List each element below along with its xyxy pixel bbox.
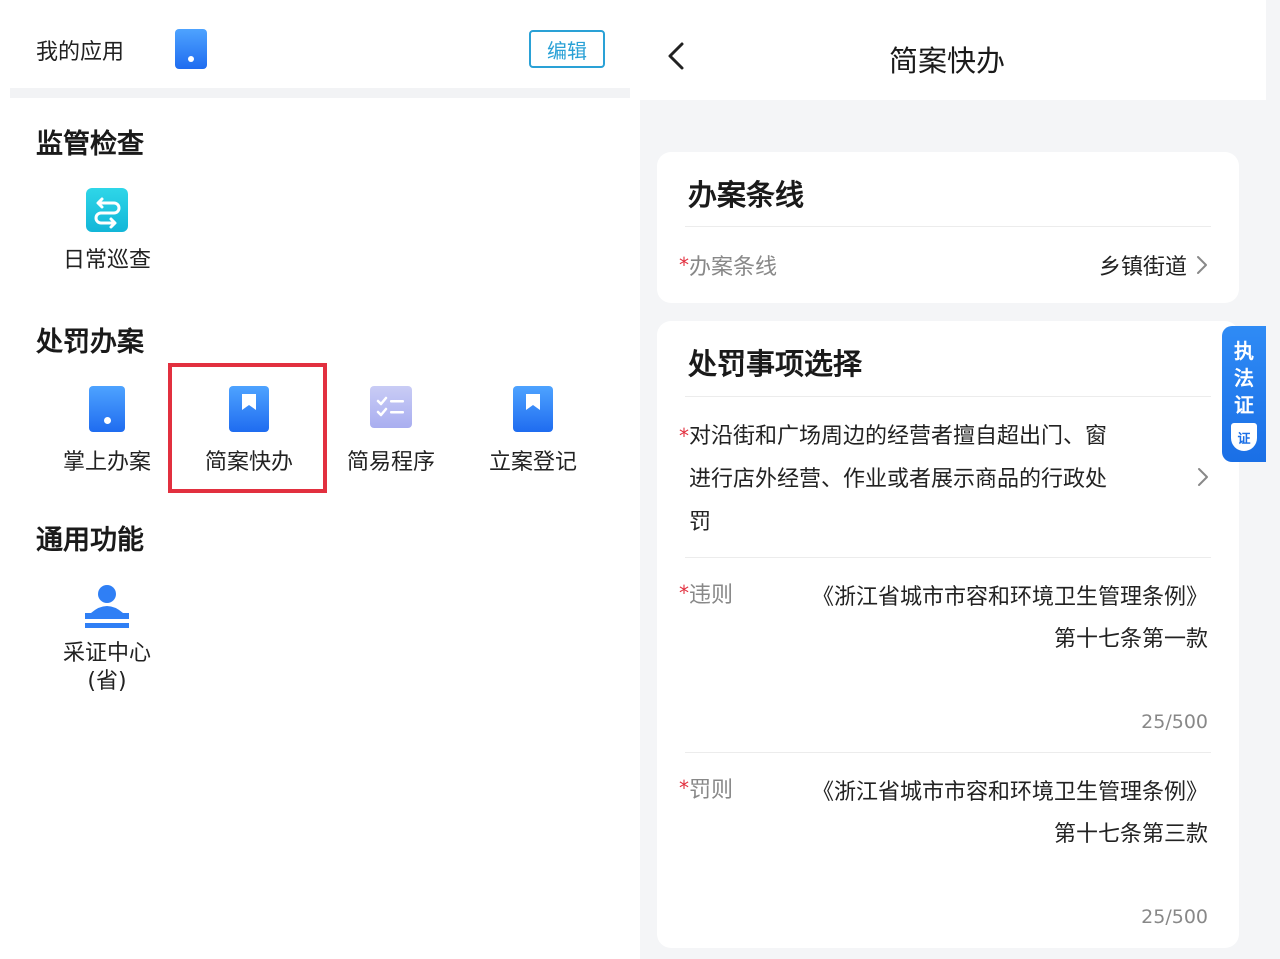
switch-arrows-icon — [86, 188, 128, 232]
penalty-matter-field[interactable]: *对沿街和广场周边的经营者擅自超出门、窗 进行店外经营、作业或者展示商品的行政处… — [679, 415, 1209, 545]
penalty-char-counter: 25/500 — [1141, 906, 1208, 928]
chevron-right-icon — [1197, 256, 1207, 274]
required-mark: * — [679, 776, 689, 800]
badge-char: 法 — [1234, 366, 1254, 390]
app-list-panel: 我的应用 编辑 监管检查 日常巡查 处罚办案 掌上办案 简案快办 简易程序 立案… — [0, 0, 640, 959]
violation-label-row: * 违则 — [679, 577, 733, 609]
field-label: 办案条线 — [689, 255, 778, 280]
app-label: 立案登记 — [488, 450, 577, 475]
app-evidence-center[interactable]: 采证中心 (省) — [36, 582, 178, 712]
badge-char: 执 — [1234, 339, 1254, 363]
matter-line: 进行店外经营、作业或者展示商品的行政处 — [689, 467, 1108, 492]
violation-label: 违则 — [689, 583, 734, 608]
violation-text[interactable]: 《浙江省城市市容和环境卫生管理条例》 第十七条第一款 — [768, 577, 1208, 661]
required-mark: * — [679, 253, 689, 277]
badge-char: 证 — [1234, 393, 1254, 417]
quick-case-panel: 简案快办 办案条线 * 办案条线 乡镇街道 处罚事项选择 *对沿街和广场周边的经… — [640, 0, 1280, 959]
app-label-line2: (省) — [87, 669, 127, 694]
divider — [685, 557, 1211, 558]
app-mobile-case[interactable]: 掌上办案 — [36, 386, 178, 496]
highlight-box — [168, 363, 327, 493]
section-title-inspection: 监管检查 — [36, 129, 144, 160]
app-label: 简易程序 — [346, 450, 435, 475]
section-divider — [10, 88, 630, 98]
my-apps-header: 我的应用 编辑 — [10, 0, 630, 88]
shield-icon: 证 — [1231, 423, 1257, 451]
case-line-field[interactable]: * 办案条线 乡镇街道 — [679, 248, 1209, 282]
card-title: 办案条线 — [688, 178, 805, 212]
divider — [685, 752, 1211, 753]
stamp-icon — [83, 582, 131, 630]
penalty-label: 罚则 — [689, 778, 734, 803]
divider — [685, 396, 1211, 397]
page-title: 简案快办 — [888, 44, 1005, 78]
section-title-penalty: 处罚办案 — [36, 327, 144, 358]
matter-line: *对沿街和广场周边的经营者擅自超出门、窗 — [679, 424, 1108, 449]
field-value: 乡镇街道 — [1098, 255, 1187, 280]
case-line-card: 办案条线 * 办案条线 乡镇街道 — [657, 152, 1239, 303]
violation-line: 第十七条第一款 — [1053, 627, 1208, 652]
edit-button[interactable]: 编辑 — [529, 30, 605, 68]
penalty-label-row: * 罚则 — [679, 772, 733, 804]
phone-icon[interactable] — [175, 29, 207, 69]
chevron-right-icon — [1198, 468, 1208, 486]
penalty-matter-card: 处罚事项选择 *对沿街和广场周边的经营者擅自超出门、窗 进行店外经营、作业或者展… — [657, 321, 1239, 948]
app-label: 掌上办案 — [62, 450, 151, 475]
divider — [685, 226, 1211, 227]
phone-icon — [89, 386, 125, 432]
required-mark: * — [679, 581, 689, 605]
my-apps-title: 我的应用 — [36, 40, 125, 65]
app-case-registration[interactable]: 立案登记 — [462, 386, 604, 496]
bookmark-icon — [513, 386, 553, 432]
required-mark: * — [679, 424, 689, 448]
app-daily-patrol[interactable]: 日常巡查 — [36, 188, 178, 298]
app-simple-procedure[interactable]: 简易程序 — [320, 386, 462, 496]
law-enforcement-certificate-tab[interactable]: 执 法 证 证 — [1222, 326, 1266, 462]
violation-char-counter: 25/500 — [1141, 711, 1208, 733]
checklist-icon — [370, 386, 412, 428]
app-label: 采证中心 (省) — [63, 640, 151, 696]
penalty-line: 《浙江省城市市容和环境卫生管理条例》 — [811, 780, 1208, 805]
nav-bar: 简案快办 — [640, 0, 1266, 100]
penalty-line: 第十七条第三款 — [1053, 822, 1208, 847]
app-label: 日常巡查 — [62, 248, 151, 273]
card-title: 处罚事项选择 — [688, 347, 863, 381]
penalty-text[interactable]: 《浙江省城市市容和环境卫生管理条例》 第十七条第三款 — [768, 772, 1208, 856]
matter-text: *对沿街和广场周边的经营者擅自超出门、窗 进行店外经营、作业或者展示商品的行政处… — [679, 415, 1159, 544]
app-label-line1: 采证中心 — [62, 641, 151, 666]
violation-line: 《浙江省城市市容和环境卫生管理条例》 — [811, 585, 1208, 610]
shield-text: 证 — [1237, 431, 1251, 447]
section-title-common: 通用功能 — [36, 525, 144, 556]
matter-line: 罚 — [689, 510, 712, 535]
